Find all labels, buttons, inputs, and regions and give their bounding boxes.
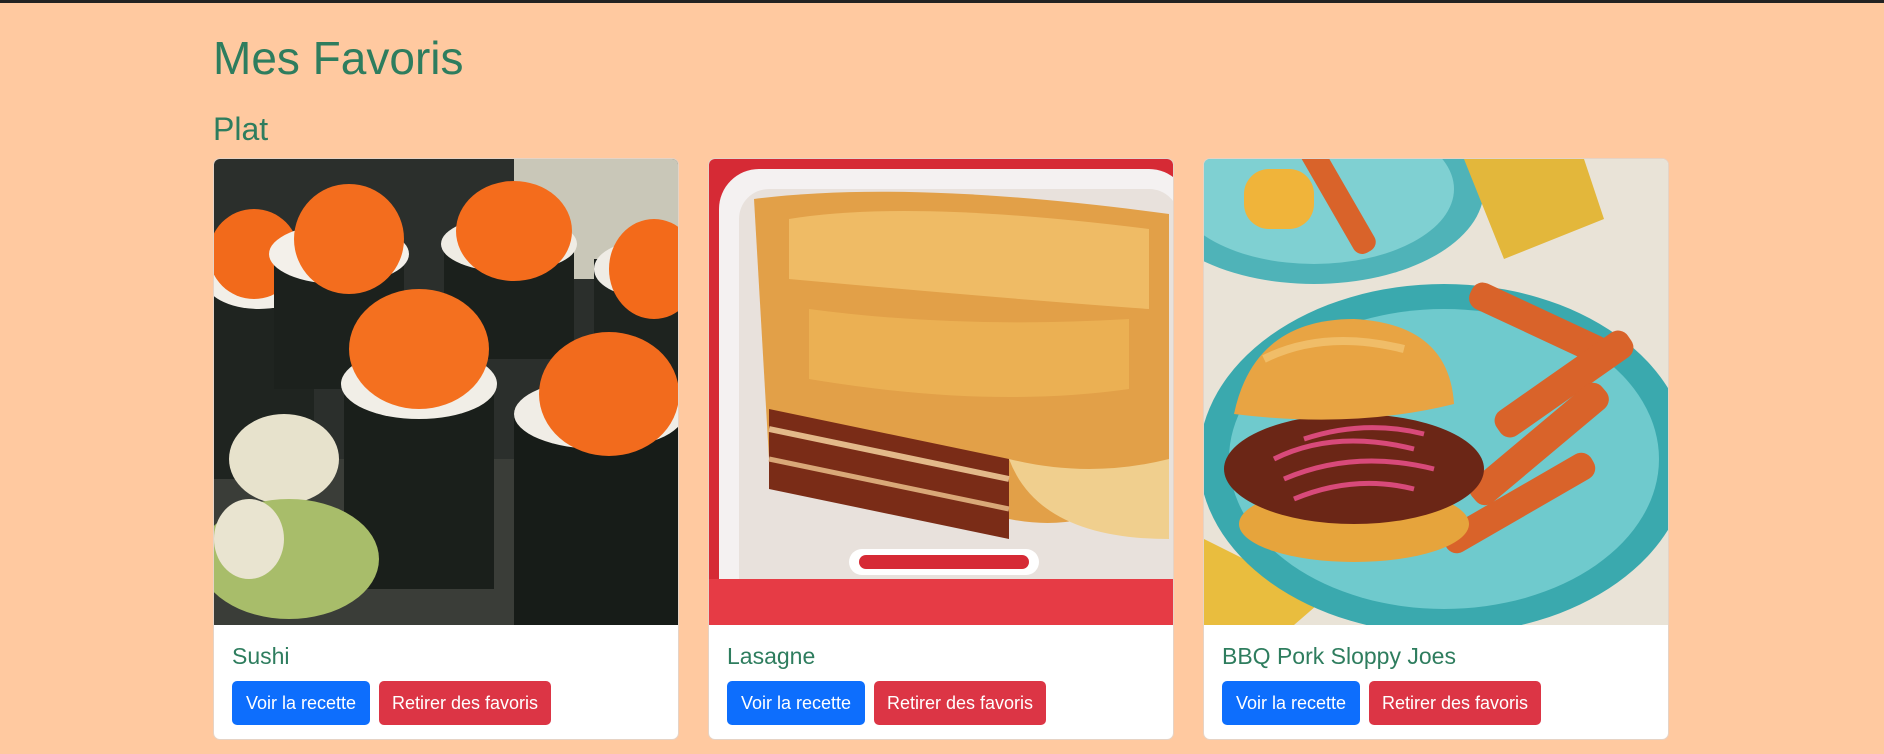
sushi-image [214,159,678,625]
favorite-card-bbq-pork-sloppy-joes: BBQ Pork Sloppy Joes Voir la recette Ret… [1203,158,1669,740]
lasagne-image [709,159,1173,625]
section-title: Plat [213,111,269,147]
sloppy-joes-image [1204,159,1668,625]
window-top-border [0,0,1884,3]
remove-favorite-button[interactable]: Retirer des favoris [874,681,1046,725]
view-recipe-button[interactable]: Voir la recette [727,681,865,725]
card-title: BBQ Pork Sloppy Joes [1222,643,1456,669]
card-title: Sushi [232,643,290,669]
remove-favorite-button[interactable]: Retirer des favoris [379,681,551,725]
view-recipe-button[interactable]: Voir la recette [232,681,370,725]
card-title: Lasagne [727,643,816,669]
remove-favorite-button[interactable]: Retirer des favoris [1369,681,1541,725]
view-recipe-button[interactable]: Voir la recette [1222,681,1360,725]
page-title: Mes Favoris [213,32,464,84]
favorite-card-sushi: Sushi Voir la recette Retirer des favori… [213,158,679,740]
favorite-card-lasagne: Lasagne Voir la recette Retirer des favo… [708,158,1174,740]
